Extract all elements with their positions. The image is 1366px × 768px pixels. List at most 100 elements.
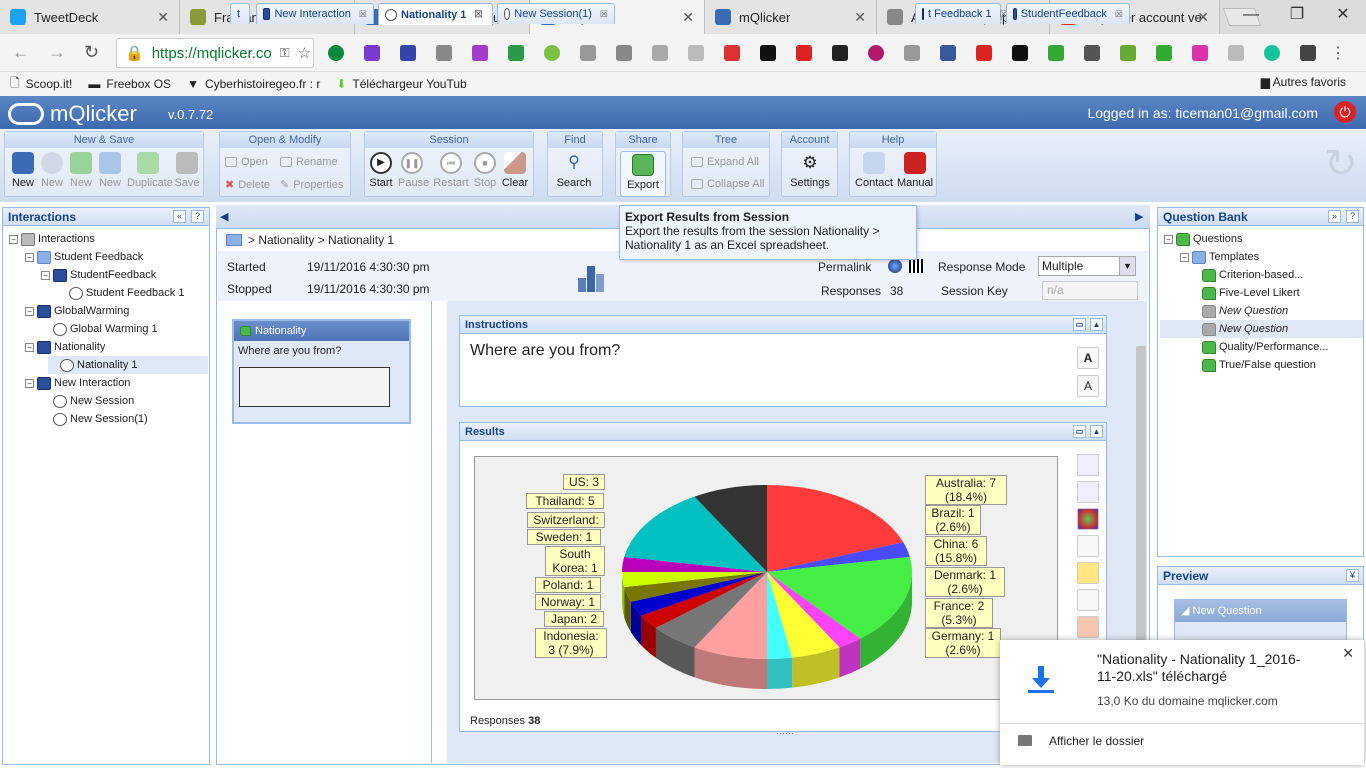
tree-session-nationality-1[interactable]: Nationality 1 [48, 356, 208, 374]
collapse-up-icon[interactable]: ▲ [1090, 318, 1103, 331]
pink-animal-icon[interactable] [1192, 45, 1208, 61]
tree-session-new-session-1[interactable]: New Session(1) [41, 410, 148, 428]
tree-interaction-nationality[interactable]: − Nationality [25, 338, 105, 356]
grey-box-icon[interactable] [1228, 45, 1244, 61]
forward-icon[interactable]: → [48, 42, 66, 63]
printer-icon[interactable] [652, 45, 668, 61]
qbank-item-new-question[interactable]: New Question [1160, 320, 1363, 338]
help-icon[interactable]: ? [191, 210, 204, 223]
bookmark-item[interactable]: 🗋 Scoop.it! [10, 74, 72, 95]
pie-chart-icon[interactable] [1077, 508, 1099, 530]
table-icon[interactable] [1077, 535, 1099, 557]
horizontal-bar-icon[interactable] [1077, 481, 1099, 503]
collapse-node-icon[interactable]: − [25, 306, 34, 316]
tree-folder-student-feedback[interactable]: − Student Feedback [25, 248, 143, 266]
tab-nationality-1[interactable]: Nationality 1 ☒ [378, 3, 493, 25]
collapse-node-icon[interactable]: − [1180, 252, 1189, 262]
qr-code-icon[interactable] [832, 45, 848, 61]
answer-box[interactable] [239, 367, 390, 407]
start-button[interactable]: ▶ Start [367, 152, 395, 189]
cloud-icon[interactable] [1077, 589, 1099, 611]
qr-code-icon[interactable] [909, 259, 923, 273]
logout-power-icon[interactable]: ⏻ [1334, 101, 1356, 123]
powerpoint-icon[interactable] [1077, 616, 1099, 638]
ext-green-icon[interactable] [328, 45, 344, 61]
close-tab-icon[interactable]: ✕ [157, 9, 169, 26]
maximize-icon[interactable]: ❐ [1274, 0, 1320, 34]
vertical-scrollbar[interactable] [1136, 346, 1146, 646]
close-tab-icon[interactable]: ☒ [474, 9, 482, 20]
menu-icon[interactable]: ⋮ [1330, 43, 1346, 63]
qbank-item-true-false[interactable]: True/False question [1202, 356, 1316, 374]
note-icon[interactable] [1077, 562, 1099, 584]
bookmark-item[interactable]: ▬ Freebox OS [88, 77, 171, 91]
properties-button[interactable]: ✎ Properties [280, 178, 343, 192]
new-folder-button[interactable]: New [96, 152, 124, 189]
expand-all-button[interactable]: Expand All [691, 156, 759, 168]
contact-button[interactable]: Contact [854, 152, 894, 189]
pause-button[interactable]: ❚❚ Pause [398, 152, 429, 189]
tab-scroll-right-icon[interactable]: ▶ [1135, 210, 1143, 223]
close-window-icon[interactable]: ✕ [1320, 0, 1366, 34]
qbank-root-questions[interactable]: − Questions [1164, 230, 1243, 248]
qbank-item-likert[interactable]: Five-Level Likert [1202, 284, 1300, 302]
onenote-icon[interactable] [364, 45, 380, 61]
response-mode-select[interactable]: Multiple ▼ [1038, 256, 1136, 276]
feather-icon[interactable] [472, 45, 488, 61]
tree-interaction-globalwarming[interactable]: − GlobalWarming [25, 302, 129, 320]
stop-button[interactable]: ■ Stop [471, 152, 499, 189]
close-tab-icon[interactable]: ☒ [1115, 9, 1123, 20]
n-icon[interactable] [616, 45, 632, 61]
collapse-node-icon[interactable]: − [25, 378, 34, 388]
cast-icon[interactable] [1084, 45, 1100, 61]
tree-interaction-studentfeedback[interactable]: − StudentFeedback [41, 266, 156, 284]
other-bookmarks[interactable]: ▆ Autres favoris [1261, 75, 1346, 89]
green-box-icon[interactable] [508, 45, 524, 61]
box-icon[interactable] [940, 45, 956, 61]
save-button[interactable]: Save [173, 152, 201, 189]
collapse-all-button[interactable]: Collapse All [691, 178, 764, 190]
collapse-up-icon[interactable]: ▲ [1090, 425, 1103, 438]
tab-partial[interactable]: t [230, 3, 250, 24]
k-icon[interactable] [400, 45, 416, 61]
collapse-node-icon[interactable]: − [25, 342, 34, 352]
collapse-node-icon[interactable]: − [25, 252, 34, 262]
close-tab-icon[interactable]: ☒ [600, 9, 608, 20]
show-folder-link[interactable]: Afficher le dossier [1049, 734, 1144, 748]
qr-icon[interactable] [760, 45, 776, 61]
restore-icon[interactable]: ▭ [1073, 318, 1086, 331]
tree-session-new-session[interactable]: New Session [41, 392, 134, 410]
close-tab-icon[interactable]: ✕ [1197, 9, 1209, 26]
tab-studentfeedback[interactable]: StudentFeedback ☒ [1006, 3, 1130, 24]
tab-student-feedback-1[interactable]: t Feedback 1 ☒ [915, 3, 1008, 24]
settings-button[interactable]: ⚙ Settings [788, 152, 832, 189]
tree-root-interactions[interactable]: − Interactions [9, 230, 95, 248]
close-tab-icon[interactable]: ✕ [854, 9, 866, 26]
tree-session-global-warming-1[interactable]: Global Warming 1 [41, 320, 158, 338]
collapse-node-icon[interactable]: − [41, 270, 50, 280]
rename-button[interactable]: Rename [280, 156, 338, 168]
session-key-input[interactable]: n/a [1042, 281, 1138, 300]
font-increase-icon[interactable]: A [1077, 347, 1099, 369]
qbank-item-criterion[interactable]: Criterion-based... [1202, 266, 1303, 284]
restart-button[interactable]: ⏮ Restart [433, 152, 469, 189]
resize-handle[interactable]: ⋯⋯ [776, 728, 794, 739]
bookmark-item[interactable]: ▼ Cyberhistoiregeo.fr : r [187, 77, 320, 91]
frog-icon[interactable] [1048, 45, 1064, 61]
bar-chart-icon[interactable] [1077, 454, 1099, 476]
duplicate-button[interactable]: Duplicate [127, 152, 173, 189]
collapse-down-icon[interactable]: ¥ [1346, 569, 1359, 582]
expand-right-icon[interactable]: » [1328, 210, 1341, 223]
browser-tab[interactable]: TweetDeck ✕ [0, 0, 180, 34]
youtube-icon[interactable] [976, 45, 992, 61]
qbank-item-new-question[interactable]: New Question [1202, 302, 1288, 320]
browser-tab[interactable]: mQlicker✕ [705, 0, 877, 34]
close-tab-icon[interactable]: ☒ [359, 9, 367, 20]
help-icon[interactable]: ? [1346, 210, 1359, 223]
bookmark-item[interactable]: ⬇ Téléchargeur YouTub [336, 77, 466, 91]
pen-icon[interactable] [1300, 45, 1316, 61]
delete-button[interactable]: ✖ Delete [225, 178, 270, 192]
star-ext-icon[interactable] [1012, 45, 1028, 61]
reload-icon[interactable]: ↻ [84, 42, 99, 63]
close-icon[interactable]: ✕ [1342, 645, 1354, 662]
